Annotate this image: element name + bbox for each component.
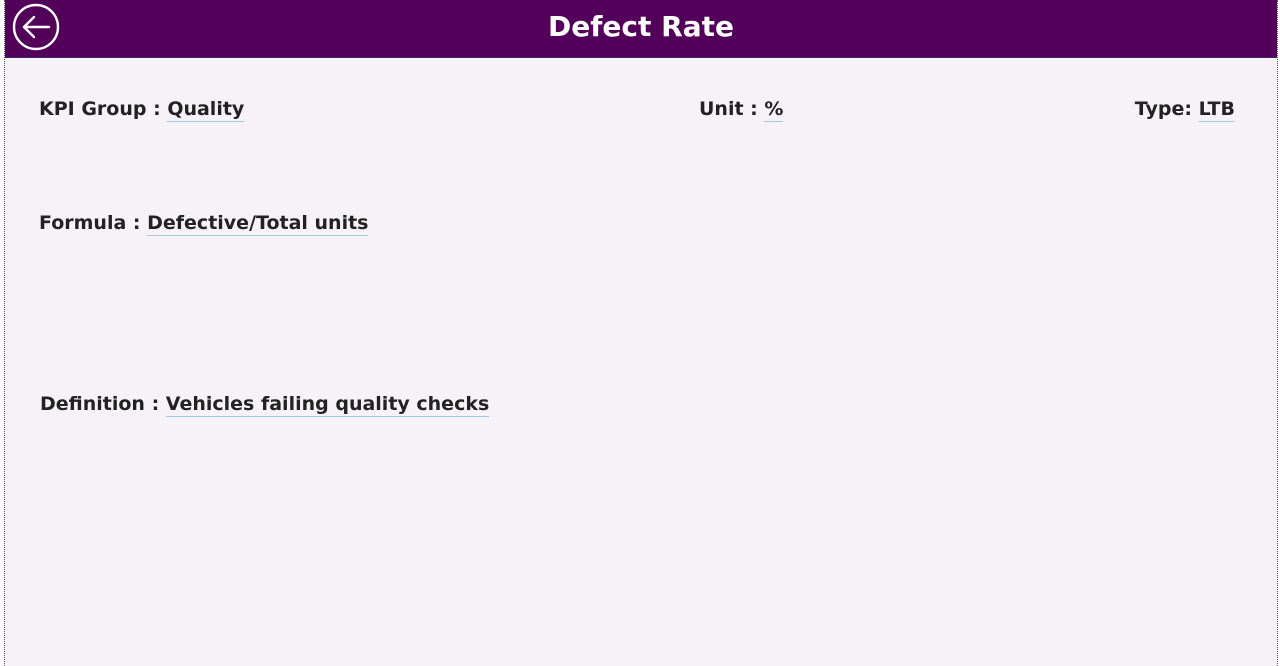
unit-label: Unit : xyxy=(699,98,765,120)
type-value: LTB xyxy=(1198,98,1235,122)
unit-field: Unit : % xyxy=(699,96,784,122)
kpi-group-label: KPI Group : xyxy=(39,98,168,120)
formula-label: Formula : xyxy=(39,212,148,234)
kpi-group-field: KPI Group : Quality xyxy=(39,96,245,122)
formula-value: Defective/Total units xyxy=(147,212,369,236)
kpi-definition-page: Defect Rate KPI Group : Quality Unit : %… xyxy=(4,0,1278,666)
definition-label: Definition : xyxy=(40,393,166,415)
unit-value: % xyxy=(764,98,784,122)
kpi-group-value: Quality xyxy=(167,98,245,122)
type-label: Type: xyxy=(1134,98,1199,120)
header-bar: Defect Rate xyxy=(5,0,1277,58)
definition-value: Vehicles failing quality checks xyxy=(165,393,490,417)
type-field: Type: LTB xyxy=(1135,96,1235,122)
definition-field: Definition : Vehicles failing quality ch… xyxy=(40,391,490,417)
page-title: Defect Rate xyxy=(548,10,734,43)
formula-field: Formula : Defective/Total units xyxy=(39,210,369,236)
